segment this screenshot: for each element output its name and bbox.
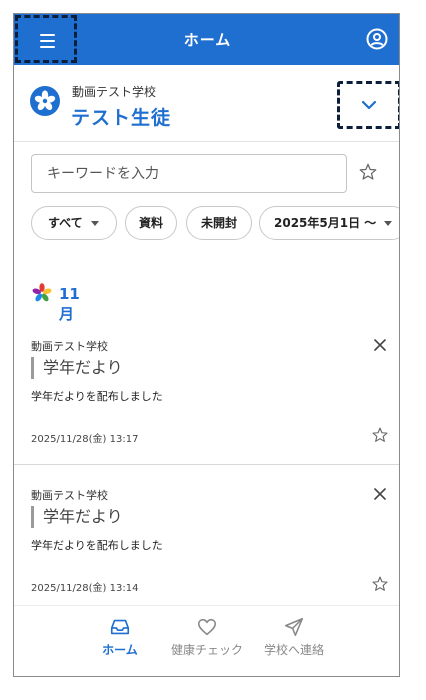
student-expand-button[interactable]: [337, 81, 399, 129]
filter-documents-chip[interactable]: 資料: [125, 206, 177, 240]
app-header: ホーム: [14, 14, 399, 65]
student-name: テスト生徒: [71, 107, 172, 129]
notice-title: 学年だより: [31, 506, 123, 528]
close-icon[interactable]: [373, 487, 387, 501]
school-name: 動画テスト学校: [72, 85, 157, 99]
nav-home-label: ホーム: [102, 643, 138, 657]
close-icon[interactable]: [373, 338, 387, 352]
pinwheel-icon: [32, 283, 52, 302]
send-icon: [284, 617, 304, 637]
app-frame: ホーム 動画テスト学校 テスト生徒 キーワードを入力 すべて 資料 未開封 20…: [13, 13, 400, 677]
nav-health-check-label: 健康チェック: [170, 643, 243, 657]
nav-health-check[interactable]: 健康チェック: [162, 616, 252, 658]
page-title: ホーム: [183, 31, 232, 49]
notice-date: 2025/11/28(金) 13:17: [31, 434, 139, 445]
notice-school-name: 動画テスト学校: [31, 489, 108, 502]
notice-card[interactable]: 動画テスト学校 学年だより 学年だよりを配布しました 2025/11/28(金)…: [14, 324, 399, 464]
notice-body: 学年だよりを配布しました: [31, 539, 163, 552]
school-logo-icon: [30, 86, 60, 116]
filter-all-label: すべて: [48, 216, 83, 230]
filter-unopened-label: 未開封: [200, 216, 237, 230]
dropdown-caret-icon: [90, 221, 99, 226]
notice-title: 学年だより: [31, 357, 123, 379]
filter-documents-label: 資料: [138, 216, 163, 230]
notice-date: 2025/11/28(金) 13:14: [31, 583, 139, 594]
nav-contact-school[interactable]: 学校へ連絡: [254, 616, 334, 658]
divider: [14, 464, 399, 465]
heart-icon: [197, 618, 217, 636]
filter-unopened-chip[interactable]: 未開封: [186, 206, 252, 240]
filter-date-chip[interactable]: 2025年5月1日 ～: [259, 206, 399, 240]
chevron-down-icon: [361, 100, 377, 110]
dropdown-caret-icon: [384, 221, 393, 226]
account-icon: [366, 28, 388, 50]
nav-home[interactable]: ホーム: [86, 616, 154, 658]
student-selector: 動画テスト学校 テスト生徒: [14, 65, 399, 142]
account-button[interactable]: [365, 27, 389, 51]
search-input[interactable]: [31, 154, 347, 193]
star-icon[interactable]: [371, 426, 389, 444]
favorite-filter-icon[interactable]: [358, 162, 378, 182]
notice-card[interactable]: 動画テスト学校 学年だより 学年だよりを配布しました 2025/11/28(金)…: [14, 473, 399, 613]
inbox-icon: [110, 619, 130, 635]
filter-all-chip[interactable]: すべて: [31, 206, 117, 240]
month-label: 11月: [59, 285, 80, 323]
bottom-nav: ホーム 健康チェック 学校へ連絡: [14, 605, 399, 676]
notice-body: 学年だよりを配布しました: [31, 390, 163, 403]
nav-contact-school-label: 学校へ連絡: [263, 643, 324, 657]
notice-school-name: 動画テスト学校: [31, 340, 108, 353]
filter-date-label: 2025年5月1日 ～: [274, 216, 377, 230]
star-icon[interactable]: [371, 575, 389, 593]
